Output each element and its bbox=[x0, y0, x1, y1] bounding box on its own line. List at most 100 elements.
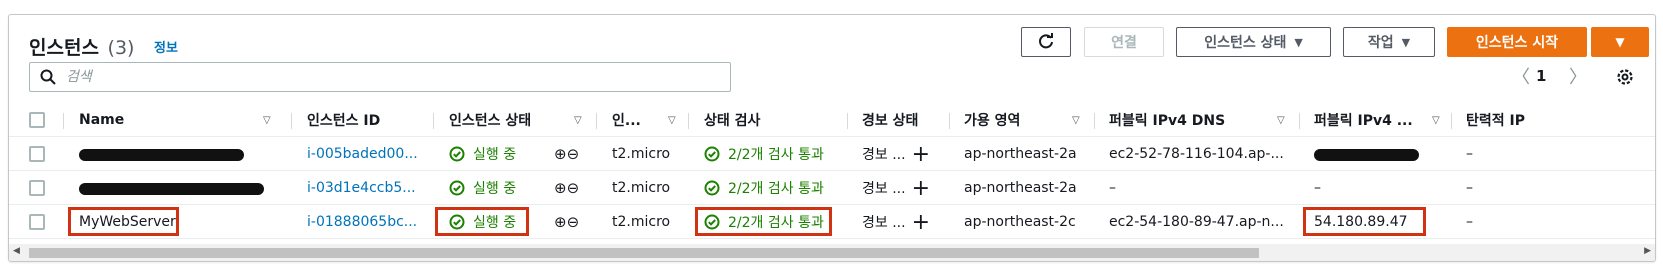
public-dns: ec2-52-78-116-104.ap-... bbox=[1109, 146, 1284, 162]
state-text: 실행 중 bbox=[473, 147, 517, 163]
table-row[interactable]: i-005baded00... 실행 중 ⊕⊖ t2.micro 2/2개 검사… bbox=[9, 137, 1655, 171]
sort-icon[interactable]: ▽ bbox=[574, 115, 582, 126]
add-alarm-icon[interactable]: + bbox=[912, 210, 930, 235]
search-box[interactable] bbox=[29, 62, 731, 92]
sort-icon[interactable]: ▽ bbox=[1277, 115, 1285, 126]
alarm-text: 경보 ... bbox=[862, 147, 906, 163]
instance-type: t2.micro bbox=[612, 214, 671, 230]
launch-options-dropdown[interactable]: ▼ bbox=[1591, 27, 1649, 57]
launch-instance-button[interactable]: 인스턴스 시작 bbox=[1447, 27, 1587, 57]
sort-icon[interactable]: ▽ bbox=[668, 115, 676, 126]
elastic-ip: – bbox=[1466, 180, 1473, 196]
instance-id-link[interactable]: i-03d1e4ccb5... bbox=[307, 171, 416, 205]
horizontal-scrollbar[interactable]: ◀ ▶ bbox=[9, 244, 1655, 261]
actions-label: 작업 bbox=[1367, 35, 1394, 51]
column-label: 퍼블릭 IPv4 DNS bbox=[1109, 113, 1226, 129]
page-title: 인스턴스 (3) bbox=[29, 33, 134, 60]
alarm-status: 경보 ... + bbox=[862, 137, 930, 171]
column-label: 탄력적 IP bbox=[1466, 113, 1525, 129]
table-row[interactable]: MyWebServer i-01888065bc... 실행 중 ⊕⊖ t2.m… bbox=[9, 205, 1655, 239]
column-header-elastic-ip[interactable]: 탄력적 IP bbox=[1466, 103, 1586, 137]
column-divider bbox=[291, 113, 292, 129]
check-circle-icon bbox=[704, 180, 720, 196]
sort-icon[interactable]: ▽ bbox=[1432, 115, 1440, 126]
instance-state-dropdown[interactable]: 인스턴스 상태 ▼ bbox=[1176, 27, 1331, 57]
instances-panel: 인스턴스 (3) 정보 연결 인스턴스 상태 ▼ 작업 ▼ 인스턴스 시작 ▼ … bbox=[8, 14, 1656, 262]
add-alarm-icon[interactable]: + bbox=[912, 176, 930, 201]
public-ipv4: – bbox=[1314, 180, 1321, 196]
connect-button[interactable]: 연결 bbox=[1084, 27, 1164, 57]
column-divider bbox=[596, 113, 597, 129]
column-header-availability-zone[interactable]: 가용 영역 ▽ bbox=[964, 103, 1094, 137]
scrollbar-thumb[interactable] bbox=[29, 248, 1259, 258]
zoom-in-out-icon[interactable]: ⊕⊖ bbox=[554, 171, 579, 205]
zoom-in-out-icon[interactable]: ⊕⊖ bbox=[554, 205, 579, 239]
availability-zone: ap-northeast-2c bbox=[964, 214, 1076, 230]
elastic-ip: – bbox=[1466, 146, 1473, 162]
status-check: 2/2개 검사 통과 bbox=[704, 171, 824, 205]
alarm-status: 경보 ... + bbox=[862, 171, 930, 205]
instance-type: t2.micro bbox=[612, 146, 671, 162]
column-header-instance-state[interactable]: 인스턴스 상태 ▽ bbox=[449, 103, 594, 137]
caret-down-icon: ▼ bbox=[1615, 35, 1625, 49]
row-checkbox[interactable] bbox=[29, 146, 45, 162]
column-divider bbox=[949, 113, 950, 129]
check-circle-icon bbox=[704, 146, 720, 162]
select-all-checkbox[interactable] bbox=[29, 112, 45, 128]
alarm-text: 경보 ... bbox=[862, 215, 906, 231]
sort-icon[interactable]: ▽ bbox=[263, 115, 271, 126]
title-text: 인스턴스 bbox=[29, 37, 99, 59]
column-label: Name bbox=[79, 112, 125, 128]
table-row[interactable]: i-03d1e4ccb5... 실행 중 ⊕⊖ t2.micro 2/2개 검사… bbox=[9, 171, 1655, 205]
column-header-instance-type[interactable]: 인... ▽ bbox=[612, 103, 692, 137]
highlight-name bbox=[68, 207, 179, 236]
instance-state: 실행 중 bbox=[449, 137, 516, 171]
search-input[interactable] bbox=[66, 69, 706, 85]
column-header-name[interactable]: Name ▽ bbox=[79, 103, 289, 137]
column-divider bbox=[433, 113, 434, 129]
page-number[interactable]: 1 bbox=[1536, 67, 1546, 85]
info-link[interactable]: 정보 bbox=[154, 37, 178, 56]
column-label: 인스턴스 상태 bbox=[449, 113, 532, 129]
availability-zone: ap-northeast-2a bbox=[964, 180, 1077, 196]
column-label: 상태 검사 bbox=[704, 113, 761, 129]
status-check: 2/2개 검사 통과 bbox=[704, 137, 824, 171]
zoom-in-out-icon[interactable]: ⊕⊖ bbox=[554, 137, 579, 171]
column-header-status-check[interactable]: 상태 검사 bbox=[704, 103, 844, 137]
column-divider bbox=[1299, 113, 1300, 129]
availability-zone: ap-northeast-2a bbox=[964, 146, 1077, 162]
refresh-icon bbox=[1039, 33, 1053, 49]
column-divider bbox=[847, 113, 848, 129]
redacted-ip bbox=[1314, 149, 1419, 161]
gear-icon[interactable] bbox=[1615, 67, 1635, 87]
check-circle-icon bbox=[449, 146, 465, 162]
next-page-button[interactable]: 〉 bbox=[1569, 63, 1587, 89]
row-checkbox[interactable] bbox=[29, 214, 45, 230]
alarm-status: 경보 ... + bbox=[862, 205, 930, 239]
status-check-text: 2/2개 검사 통과 bbox=[728, 181, 824, 197]
scroll-right-arrow-icon[interactable]: ▶ bbox=[1644, 246, 1651, 256]
state-text: 실행 중 bbox=[473, 181, 517, 197]
table-header: Name ▽ 인스턴스 ID 인스턴스 상태 ▽ 인... ▽ 상태 검사 경보… bbox=[9, 103, 1655, 137]
column-label: 경보 상태 bbox=[862, 113, 919, 129]
caret-down-icon: ▼ bbox=[1401, 35, 1411, 49]
prev-page-button[interactable]: 〈 bbox=[1512, 63, 1530, 89]
column-divider bbox=[1451, 113, 1452, 129]
sort-icon[interactable]: ▽ bbox=[1072, 115, 1080, 126]
actions-dropdown[interactable]: 작업 ▼ bbox=[1343, 27, 1435, 57]
scroll-left-arrow-icon[interactable]: ◀ bbox=[13, 246, 20, 256]
column-header-instance-id[interactable]: 인스턴스 ID bbox=[307, 103, 427, 137]
row-checkbox[interactable] bbox=[29, 180, 45, 196]
column-header-public-dns[interactable]: 퍼블릭 IPv4 DNS ▽ bbox=[1109, 103, 1299, 137]
instance-id-link[interactable]: i-005baded00... bbox=[307, 137, 418, 171]
column-header-alarm-status[interactable]: 경보 상태 bbox=[862, 103, 952, 137]
check-circle-icon bbox=[449, 180, 465, 196]
refresh-button[interactable] bbox=[1021, 27, 1071, 57]
column-divider bbox=[688, 113, 689, 129]
alarm-text: 경보 ... bbox=[862, 181, 906, 197]
column-label: 퍼블릭 IPv4 ... bbox=[1314, 113, 1413, 129]
add-alarm-icon[interactable]: + bbox=[912, 142, 930, 167]
column-header-public-ipv4[interactable]: 퍼블릭 IPv4 ... ▽ bbox=[1314, 103, 1449, 137]
instance-id-link[interactable]: i-01888065bc... bbox=[307, 205, 417, 239]
highlight-state bbox=[435, 207, 529, 236]
